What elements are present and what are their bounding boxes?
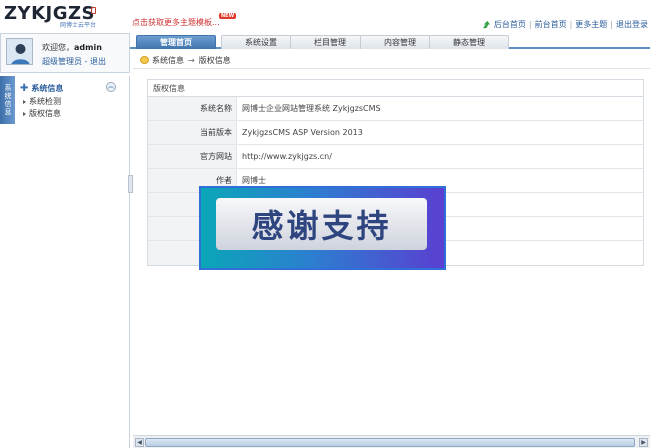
site-home-link[interactable]: 前台首页 (535, 19, 567, 30)
logo-mark-icon (91, 7, 96, 14)
tab-static-management[interactable]: 静态管理 (429, 35, 509, 49)
sidebar-section-title: 系统信息 (31, 83, 64, 93)
top-links: 后台首页 | 前台首页 | 更多主题 | 退出登录 (482, 19, 648, 30)
admin-home-link[interactable]: 后台首页 (494, 19, 526, 30)
sidebar-vertical-tab[interactable]: 系统信息 (0, 76, 15, 124)
arrow-right-icon (23, 99, 26, 104)
sidebar-section-header[interactable]: ✚ 系统信息 ︽ (20, 82, 116, 94)
collapse-up-icon[interactable]: ︽ (106, 82, 116, 92)
logo-subtitle: 网博士云平台 (60, 22, 97, 29)
breadcrumb-current: 版权信息 (198, 55, 231, 65)
row-value: http://www.zykjgzs.cn/ (242, 152, 332, 161)
row-label: 官方网站 (148, 145, 237, 168)
logout-top-link[interactable]: 退出登录 (616, 19, 648, 30)
thanks-banner-inner: 感谢支持 (216, 198, 427, 250)
role-link[interactable]: 超级管理员 (42, 57, 82, 66)
row-label: 系统名称 (148, 97, 237, 120)
user-icon (7, 39, 32, 64)
user-panel: 欢迎您，admin 超级管理员 - 退出 (0, 33, 130, 73)
new-badge: NEW (219, 13, 237, 19)
more-themes-link[interactable]: 更多主题 (575, 19, 607, 30)
table-row: 官方网站 http://www.zykjgzs.cn/ (148, 145, 643, 169)
tab-column-management[interactable]: 栏目管理 (290, 35, 370, 49)
horizontal-scrollbar[interactable]: ◀ ▶ (133, 435, 650, 448)
breadcrumb-root[interactable]: 系统信息 (152, 55, 184, 66)
user-links: 超级管理员 - 退出 (42, 57, 106, 66)
scroll-left-icon[interactable]: ◀ (135, 438, 144, 447)
sidebar-splitter-handle[interactable] (128, 175, 133, 193)
welcome-text: 欢迎您，admin (42, 43, 102, 52)
row-label: 当前版本 (148, 121, 237, 144)
scrollbar-thumb[interactable] (145, 438, 635, 447)
arrow-right-icon (23, 111, 26, 116)
row-value: 网博士企业网站管理系统 ZykjgzsCMS (242, 104, 381, 113)
avatar (6, 38, 33, 65)
main-tabs: 管理首页 系统设置 栏目管理 内容管理 静态管理 (130, 33, 650, 49)
expand-plus-icon: ✚ (20, 82, 29, 94)
sidebar-item-copyright[interactable]: 版权信息 (23, 108, 61, 120)
row-value: ZykjgzsCMS ASP Version 2013 (242, 128, 363, 137)
thanks-text: 感谢支持 (251, 207, 392, 245)
panel-title: 版权信息 (148, 80, 643, 97)
table-row: 当前版本 ZykjgzsCMS ASP Version 2013 (148, 121, 643, 145)
home-arrow-icon (482, 20, 490, 29)
top-header: ZYKJGZS 网博士云平台 点击获取更多主题模板... NEW 后台首页 | … (0, 0, 650, 33)
promo-link[interactable]: 点击获取更多主题模板... (132, 17, 220, 28)
scroll-right-icon[interactable]: ▶ (639, 438, 648, 447)
logout-link[interactable]: 退出 (90, 57, 106, 66)
breadcrumb: 系统信息 → 版权信息 (140, 53, 231, 67)
sidebar-list: 系统检测 版权信息 (23, 96, 61, 120)
sidebar: 系统信息 ✚ 系统信息 ︽ 系统检测 版权信息 (0, 76, 130, 448)
tab-content-management[interactable]: 内容管理 (360, 35, 440, 49)
divider (133, 68, 650, 69)
table-row: 系统名称 网博士企业网站管理系统 ZykjgzsCMS (148, 97, 643, 121)
speech-bubble-icon (140, 56, 149, 64)
username: admin (74, 43, 102, 52)
tab-admin-home[interactable]: 管理首页 (136, 35, 216, 49)
sidebar-item-system-check[interactable]: 系统检测 (23, 96, 61, 108)
tab-system-settings[interactable]: 系统设置 (221, 35, 301, 49)
thanks-banner: 感谢支持 (199, 186, 446, 270)
breadcrumb-arrow: → (188, 55, 195, 65)
